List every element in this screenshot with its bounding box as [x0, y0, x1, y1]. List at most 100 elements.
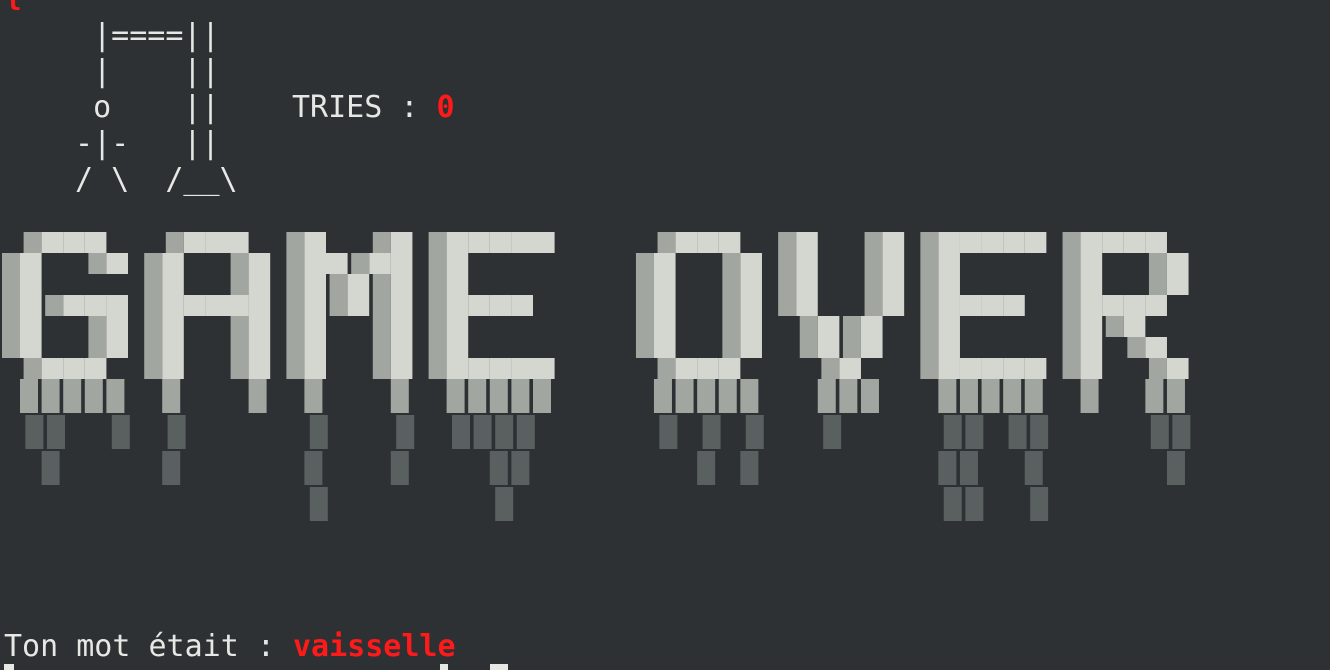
banner-pixel-o — [740, 316, 762, 337]
banner-drip-o — [718, 379, 737, 413]
banner-pixel-o — [740, 295, 762, 316]
banner-pixel-v — [796, 295, 818, 316]
banner-pixel-a — [162, 274, 184, 295]
banner-shadow-m — [286, 358, 305, 379]
banner-shadow-m — [286, 274, 305, 295]
banner-pixel-e — [489, 295, 512, 316]
banner-drip-g — [41, 451, 60, 485]
banner-pixel-g — [106, 295, 128, 316]
banner-shadow-e — [920, 337, 939, 358]
banner-drip-o — [697, 451, 716, 485]
banner-pixel-e — [938, 358, 960, 379]
banner-pixel-g — [20, 253, 42, 274]
banner-shadow-o — [722, 253, 741, 274]
banner-pixel-r — [1166, 358, 1189, 379]
banner-pixel-o — [718, 232, 741, 253]
banner-drip-e — [495, 415, 514, 449]
banner-shadow-e — [920, 232, 939, 253]
banner-shadow-o — [657, 358, 676, 379]
banner-shadow-a — [230, 358, 249, 379]
banner-shadow-o — [635, 316, 654, 337]
banner-shadow-a — [144, 253, 163, 274]
banner-pixel-a — [162, 253, 184, 274]
banner-pixel-r — [1080, 274, 1103, 295]
banner-drip-m — [390, 451, 409, 485]
banner-drip-a — [162, 451, 181, 485]
banner-drip-m — [390, 379, 409, 413]
banner-shadow-g — [2, 337, 20, 358]
banner-shadow-a — [230, 253, 249, 274]
banner-pixel-v — [796, 232, 818, 253]
banner-drip-r — [1150, 415, 1169, 449]
banner-pixel-o — [740, 337, 762, 358]
banner-shadow-v — [799, 316, 818, 337]
banner-drip-e — [943, 487, 962, 521]
banner-drip-e — [1030, 415, 1049, 449]
banner-shadow-o — [722, 295, 741, 316]
banner-pixel-m — [390, 253, 413, 274]
banner-pixel-a — [162, 295, 184, 316]
banner-shadow-g — [88, 253, 107, 274]
banner-pixel-r — [1080, 337, 1103, 358]
banner-pixel-e — [938, 337, 960, 358]
banner-shadow-g — [88, 316, 107, 337]
banner-pixel-r — [1080, 295, 1103, 316]
banner-pixel-e — [981, 295, 1004, 316]
banner-pixel-r — [1166, 274, 1189, 295]
banner-shadow-m — [286, 232, 305, 253]
banner-shadow-o — [635, 253, 654, 274]
banner-pixel-a — [248, 337, 271, 358]
prompt-fragment — [4, 664, 14, 670]
banner-pixel-e — [511, 295, 533, 316]
terminal-window[interactable]: { |====|| | || o || -|- || / \ /__\ TRIE… — [0, 0, 1330, 670]
banner-shadow-m — [372, 274, 391, 295]
banner-drip-a — [248, 379, 267, 413]
banner-pixel-r — [1166, 253, 1189, 274]
banner-pixel-v — [860, 316, 883, 337]
banner-pixel-g — [106, 337, 128, 358]
banner-shadow-e — [920, 295, 939, 316]
banner-shadow-r — [1062, 295, 1081, 316]
banner-pixel-m — [390, 295, 413, 316]
banner-pixel-e — [959, 232, 982, 253]
banner-pixel-m — [326, 253, 348, 274]
banner-drip-m — [309, 415, 328, 449]
banner-pixel-v — [882, 295, 905, 316]
banner-drip-r — [1172, 415, 1191, 449]
banner-shadow-e — [428, 274, 447, 295]
banner-drip-v — [817, 379, 836, 413]
banner-shadow-a — [165, 232, 184, 253]
banner-shadow-e — [428, 316, 447, 337]
banner-pixel-g — [84, 232, 107, 253]
banner-drip-r — [1080, 379, 1099, 413]
banner-shadow-a — [144, 358, 163, 379]
banner-shadow-r — [1062, 316, 1081, 337]
banner-pixel-m — [304, 274, 326, 295]
banner-pixel-e — [489, 358, 512, 379]
banner-shadow-v — [821, 358, 840, 379]
banner-pixel-g — [63, 295, 85, 316]
banner-pixel-v — [882, 253, 905, 274]
banner-drip-e — [965, 415, 984, 449]
banner-pixel-e — [533, 232, 555, 253]
banner-pixel-e — [468, 232, 490, 253]
banner-pixel-e — [446, 274, 469, 295]
banner-pixel-g — [84, 295, 107, 316]
banner-drip-m — [309, 487, 328, 521]
banner-pixel-e — [446, 316, 469, 337]
banner-drip-e — [965, 487, 984, 521]
banner-shadow-a — [144, 316, 163, 337]
banner-pixel-e — [938, 295, 960, 316]
banner-shadow-r — [1148, 358, 1167, 379]
banner-shadow-a — [144, 295, 163, 316]
banner-pixel-o — [653, 316, 676, 337]
banner-pixel-m — [390, 274, 413, 295]
banner-drip-e — [1024, 451, 1043, 485]
banner-shadow-v — [864, 274, 883, 295]
banner-shadow-m — [286, 337, 305, 358]
banner-shadow-e — [428, 253, 447, 274]
banner-pixel-g — [63, 358, 85, 379]
banner-pixel-a — [248, 358, 271, 379]
banner-pixel-v — [882, 232, 905, 253]
banner-drip-a — [167, 415, 186, 449]
